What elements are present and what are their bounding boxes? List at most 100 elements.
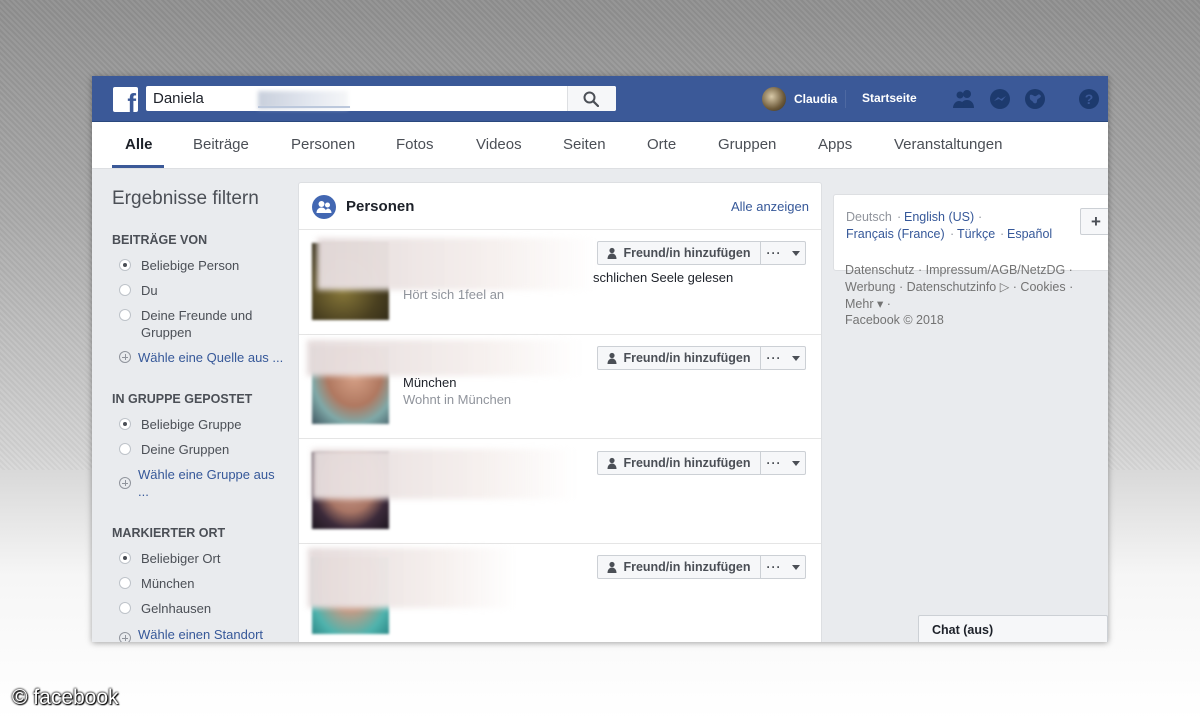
tab-pages[interactable]: Seiten xyxy=(563,136,606,153)
more-label: Wähle eine Gruppe aus ... xyxy=(138,467,275,499)
footer-links-1[interactable]: Datenschutz · Impressum/AGB/NetzDG · xyxy=(845,263,1073,277)
redacted-name xyxy=(307,340,582,376)
chevron-down-icon xyxy=(791,355,800,361)
chat-bar[interactable]: Chat (aus) xyxy=(918,615,1108,642)
language-link-french[interactable]: Français (France) xyxy=(846,227,945,241)
tab-videos[interactable]: Videos xyxy=(476,136,522,153)
filter-option[interactable]: Beliebige Person xyxy=(119,257,239,274)
person-result[interactable]: schlichen Seele gelesen Hört sich 1feel … xyxy=(299,230,821,335)
redacted-name xyxy=(312,449,577,499)
result-detail: Hört sich 1feel an xyxy=(403,287,505,302)
more-dots: ··· xyxy=(766,351,782,365)
more-options-button[interactable]: ··· xyxy=(761,556,805,578)
more-options-button[interactable]: ··· xyxy=(761,242,805,264)
friends-icon[interactable] xyxy=(952,88,974,110)
filter-option[interactable]: Beliebiger Ort xyxy=(119,550,220,567)
filter-option[interactable]: Deine Gruppen xyxy=(119,441,229,458)
active-tab-indicator xyxy=(112,165,164,168)
chat-label: Chat (aus) xyxy=(932,623,994,637)
home-link[interactable]: Startseite xyxy=(862,91,917,105)
more-dots: ··· xyxy=(766,246,782,260)
svg-text:?: ? xyxy=(1085,91,1094,107)
footer-links-2[interactable]: Werbung · Datenschutzinfo ▷ · Cookies · xyxy=(845,279,1073,294)
filter-option[interactable]: München xyxy=(119,575,194,592)
option-label: Deine Gruppen xyxy=(141,442,230,457)
divider xyxy=(845,90,846,108)
more-dots: ··· xyxy=(766,456,782,470)
search-button[interactable] xyxy=(567,86,616,111)
image-credit: © facebook xyxy=(12,686,119,709)
tab-events[interactable]: Veranstaltungen xyxy=(894,136,1002,153)
tab-all[interactable]: Alle xyxy=(125,136,153,153)
see-all-link[interactable]: Alle anzeigen xyxy=(731,199,809,214)
people-results-card: Personen Alle anzeigen schlichen Seele g… xyxy=(298,182,822,642)
separator: · xyxy=(897,210,902,224)
tab-photos[interactable]: Fotos xyxy=(396,136,434,153)
add-friend-label: Freund/in hinzufügen xyxy=(623,456,751,470)
person-result[interactable]: Freund/in hinzufügen ··· xyxy=(299,439,821,544)
filter-option[interactable]: Gelnhausen xyxy=(119,600,211,617)
profile-link[interactable]: Claudia xyxy=(762,87,837,111)
filter-option[interactable]: Du xyxy=(119,282,158,299)
footer-more[interactable]: Mehr ▾ · xyxy=(845,296,891,311)
filter-option[interactable]: Deine Freunde und Gruppen xyxy=(119,307,269,341)
avatar xyxy=(762,87,786,111)
filter-heading-posts-from: BEITRÄGE VON xyxy=(112,233,208,247)
radio[interactable] xyxy=(119,602,131,614)
language-link-turkish[interactable]: Türkçe xyxy=(957,227,995,241)
choose-group-link[interactable]: Wähle eine Gruppe aus ... xyxy=(119,466,279,500)
add-language-button[interactable]: + xyxy=(1080,208,1108,235)
search-box xyxy=(146,86,616,111)
tab-places[interactable]: Orte xyxy=(647,136,676,153)
separator: · xyxy=(1000,227,1005,241)
separator: · xyxy=(978,210,983,224)
radio[interactable] xyxy=(119,309,131,321)
more-label: Wähle einen Standort xyxy=(138,627,264,642)
browser-window: f Claudia Startseite xyxy=(92,76,1108,642)
current-language: Deutsch xyxy=(846,210,892,224)
add-friend-button[interactable]: Freund/in hinzufügen xyxy=(598,556,761,578)
choose-source-link[interactable]: Wähle eine Quelle aus ... xyxy=(119,349,283,366)
person-result[interactable]: München Wohnt in München Freund/in hinzu… xyxy=(299,334,821,439)
people-icon xyxy=(312,195,336,219)
filter-option[interactable]: Beliebige Gruppe xyxy=(119,416,241,433)
globe-icon[interactable] xyxy=(1024,88,1046,110)
more-options-button[interactable]: ··· xyxy=(761,452,805,474)
search-icon xyxy=(583,91,599,107)
add-friend-icon xyxy=(607,247,617,259)
result-context: schlichen Seele gelesen xyxy=(593,270,734,285)
tab-groups[interactable]: Gruppen xyxy=(718,136,776,153)
add-friend-control: Freund/in hinzufügen ··· xyxy=(597,451,806,475)
help-icon[interactable]: ? xyxy=(1078,88,1100,110)
tab-people[interactable]: Personen xyxy=(291,136,355,153)
add-friend-button[interactable]: Freund/in hinzufügen xyxy=(598,242,761,264)
facebook-logo-icon[interactable]: f xyxy=(113,87,138,112)
add-friend-icon xyxy=(607,352,617,364)
add-circle-icon xyxy=(119,632,131,642)
radio[interactable] xyxy=(119,443,131,455)
language-link-spanish[interactable]: Español xyxy=(1007,227,1052,241)
language-link-english[interactable]: English (US) xyxy=(904,210,974,224)
radio-selected[interactable] xyxy=(119,259,131,271)
choose-location-link[interactable]: Wähle einen Standort xyxy=(119,626,263,642)
radio[interactable] xyxy=(119,577,131,589)
add-circle-icon xyxy=(119,477,131,489)
messenger-icon[interactable] xyxy=(989,88,1011,110)
add-friend-button[interactable]: Freund/in hinzufügen xyxy=(598,452,761,474)
search-input[interactable] xyxy=(146,86,566,111)
more-options-button[interactable]: ··· xyxy=(761,347,805,369)
language-box: Deutsch · English (US) · Français (Franc… xyxy=(833,194,1108,271)
search-tabs: Alle Beiträge Personen Fotos Videos Seit… xyxy=(92,122,1108,169)
radio-selected[interactable] xyxy=(119,418,131,430)
add-friend-label: Freund/in hinzufügen xyxy=(623,246,751,260)
radio[interactable] xyxy=(119,284,131,296)
more-label: Wähle eine Quelle aus ... xyxy=(138,350,284,365)
add-circle-icon xyxy=(119,351,131,363)
person-result[interactable]: Freund/in hinzufügen ··· xyxy=(299,544,821,642)
radio-selected[interactable] xyxy=(119,552,131,564)
profile-name: Claudia xyxy=(794,92,838,106)
add-friend-button[interactable]: Freund/in hinzufügen xyxy=(598,347,761,369)
redacted-name xyxy=(308,548,518,608)
tab-posts[interactable]: Beiträge xyxy=(193,136,249,153)
tab-apps[interactable]: Apps xyxy=(818,136,852,153)
